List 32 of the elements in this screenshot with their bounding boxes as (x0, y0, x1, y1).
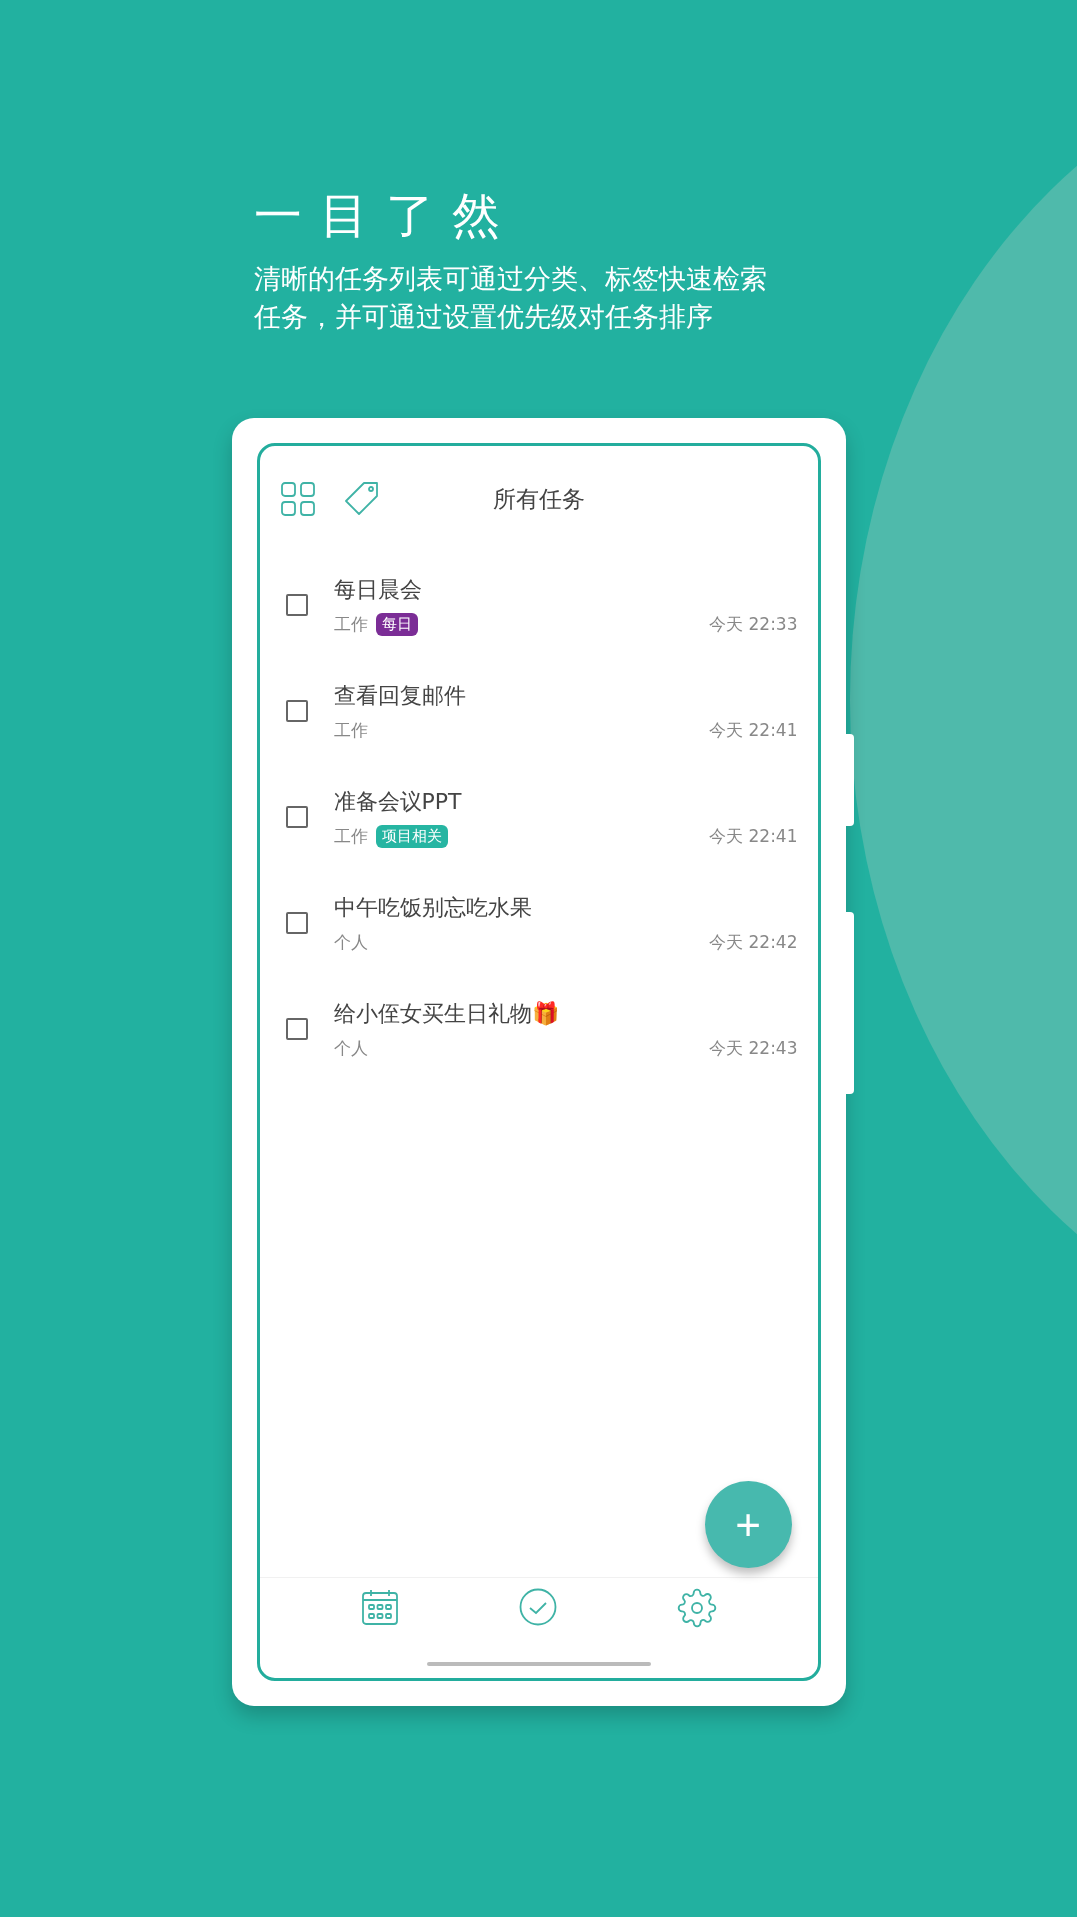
task-time: 今天 22:33 (709, 612, 798, 636)
task-time: 今天 22:42 (709, 930, 798, 954)
tag-icon[interactable] (343, 481, 380, 517)
task-category: 工作 (333, 718, 368, 742)
task-title: 给小侄女买生日礼物🎁 (333, 999, 560, 1028)
checkbox[interactable] (285, 594, 308, 616)
subtitle-line: 清晰的任务列表可通过分类、标签快速检索 (253, 262, 768, 296)
checkbox[interactable] (285, 1018, 308, 1040)
subtitle-line: 任务，并可通过设置优先级对任务排序 (253, 300, 714, 334)
task-title: 每日晨会 (333, 575, 423, 604)
task-category: 个人 (333, 1036, 368, 1060)
task-title: 查看回复邮件 (333, 681, 467, 710)
task-time: 今天 22:41 (709, 824, 798, 848)
task-category: 工作 (333, 612, 368, 636)
check-circle-icon[interactable] (518, 1588, 557, 1626)
calendar-icon[interactable] (360, 1588, 399, 1626)
checkbox[interactable] (285, 912, 308, 934)
task-title: 中午吃饭别忘吃水果 (333, 893, 533, 922)
headline: 一目了然 (253, 186, 519, 245)
checkbox[interactable] (285, 700, 308, 722)
task-time: 今天 22:41 (709, 718, 798, 742)
task-tag: 项目相关 (375, 824, 448, 848)
task-tag: 每日 (375, 612, 418, 636)
task-category: 工作 (333, 824, 368, 848)
grid-icon[interactable] (279, 481, 316, 517)
task-title: 准备会议PPT (333, 787, 463, 816)
screen-title: 所有任务 (492, 484, 585, 514)
add-button[interactable]: + (704, 1481, 792, 1568)
task-category: 个人 (333, 930, 368, 954)
checkbox[interactable] (285, 806, 308, 828)
settings-icon[interactable] (676, 1588, 717, 1628)
task-time: 今天 22:43 (709, 1036, 798, 1060)
